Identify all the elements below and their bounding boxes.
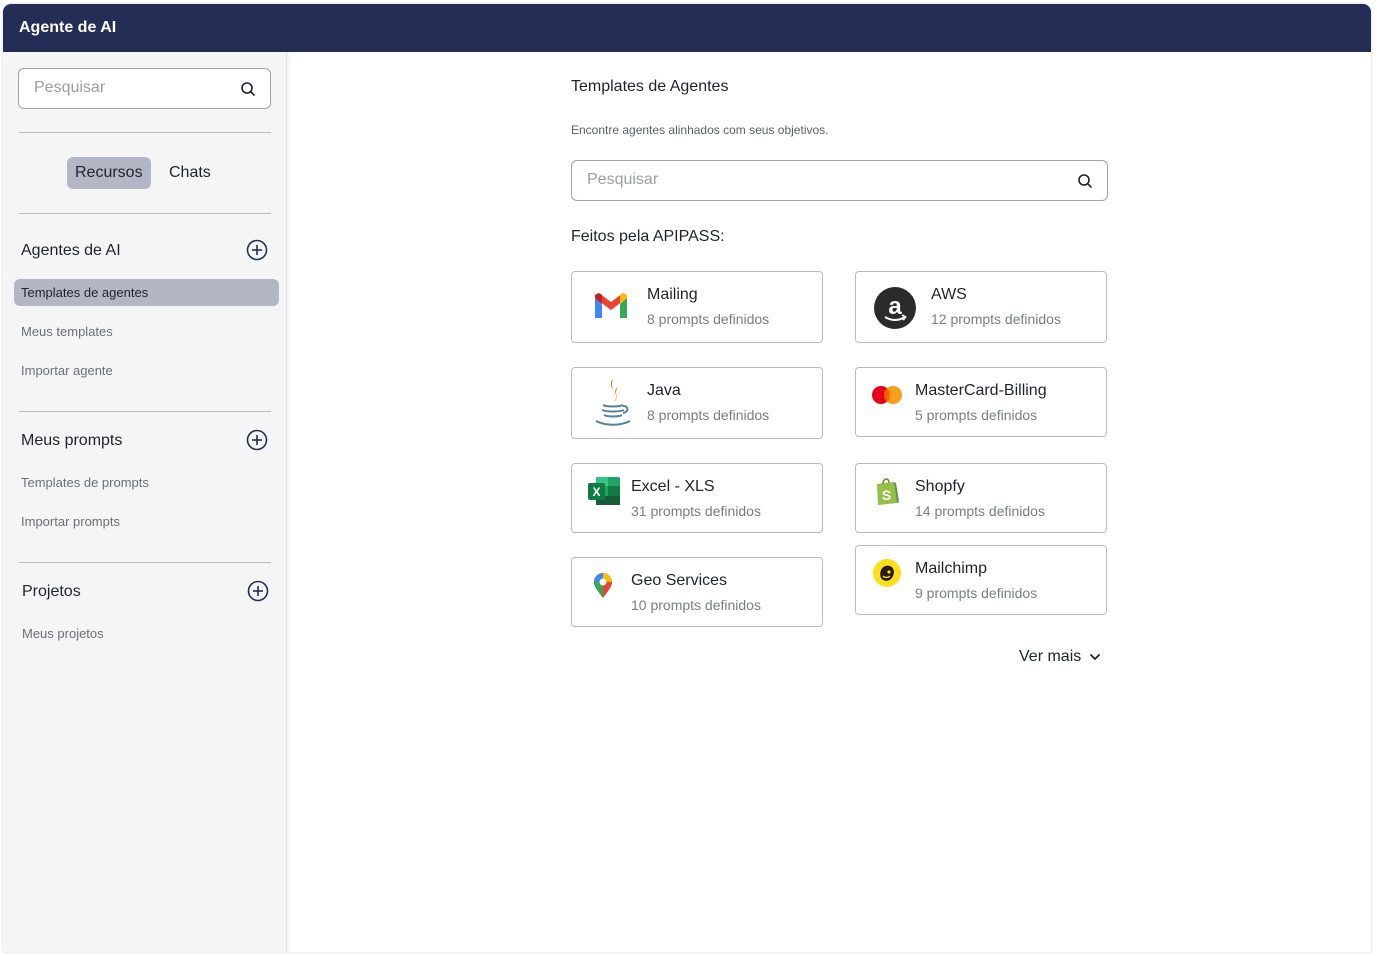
divider xyxy=(19,213,271,214)
card-title: Excel - XLS xyxy=(631,478,715,495)
card-title: Geo Services xyxy=(631,572,728,589)
card-count: 5 prompts definidos xyxy=(915,407,1038,423)
divider xyxy=(19,132,271,133)
template-card-mailing[interactable]: Mailing 8 prompts definidos xyxy=(571,271,823,343)
template-card-mailchimp[interactable]: Mailchimp 9 prompts definidos xyxy=(855,545,1107,615)
amazon-icon: a xyxy=(874,287,916,329)
card-title: Shopfy xyxy=(915,478,965,495)
chevron-down-icon xyxy=(1090,653,1101,660)
svg-text:S: S xyxy=(882,487,891,503)
card-title: Mailchimp xyxy=(915,560,988,577)
add-project-icon[interactable] xyxy=(247,580,269,602)
map-pin-icon xyxy=(594,573,612,598)
mailchimp-icon xyxy=(873,559,901,587)
card-title: Java xyxy=(647,382,681,399)
card-count: 8 prompts definidos xyxy=(647,311,770,327)
tab-recursos[interactable]: Recursos xyxy=(67,157,151,189)
section-label: Feitos pela APIPASS: xyxy=(571,228,725,245)
section-title-agentes: Agentes de AI xyxy=(21,242,121,259)
excel-icon: X xyxy=(588,477,620,505)
template-card-shopify[interactable]: S Shopfy 14 prompts definidos xyxy=(855,463,1107,533)
main-search-input[interactable] xyxy=(587,171,1015,189)
template-card-mastercard[interactable]: MasterCard-Billing 5 prompts definidos xyxy=(855,367,1107,437)
card-count: 9 prompts definidos xyxy=(915,585,1038,601)
search-icon[interactable] xyxy=(1077,173,1093,189)
card-title: Mailing xyxy=(647,286,698,303)
card-count: 31 prompts definidos xyxy=(631,503,761,519)
divider xyxy=(19,411,271,412)
card-count: 10 prompts definidos xyxy=(631,597,761,613)
page-subtitle: Encontre agentes alinhados com seus obje… xyxy=(571,123,829,137)
main-search xyxy=(571,160,1108,201)
ver-mais-label: Ver mais xyxy=(1019,648,1082,665)
template-card-excel[interactable]: X Excel - XLS 31 prompts definidos xyxy=(571,463,823,533)
mastercard-icon xyxy=(872,386,902,404)
sidebar: Recursos Chats Agentes de AI Templates d… xyxy=(3,52,287,952)
template-card-geo-services[interactable]: Geo Services 10 prompts definidos xyxy=(571,557,823,627)
card-title: MasterCard-Billing xyxy=(915,382,1047,399)
card-count: 14 prompts definidos xyxy=(915,503,1045,519)
add-agent-icon[interactable] xyxy=(246,239,268,261)
page-title: Templates de Agentes xyxy=(571,78,729,95)
sidebar-search xyxy=(18,68,271,109)
shopify-icon: S xyxy=(877,478,899,505)
svg-text:X: X xyxy=(592,485,600,499)
sidebar-item-templates-prompts[interactable]: Templates de prompts xyxy=(14,469,279,496)
ver-mais-button[interactable]: Ver mais xyxy=(1019,648,1101,666)
card-title: AWS xyxy=(931,286,967,303)
card-count: 8 prompts definidos xyxy=(647,407,770,423)
app-window: Agente de AI Recursos Chats Agentes de A… xyxy=(3,4,1371,952)
app-title: Agente de AI xyxy=(3,4,1371,52)
svg-text:a: a xyxy=(888,293,902,320)
gmail-icon xyxy=(595,293,627,318)
search-icon[interactable] xyxy=(240,81,256,97)
sidebar-item-meus-templates[interactable]: Meus templates xyxy=(14,318,279,345)
section-title-projetos: Projetos xyxy=(22,583,81,600)
section-title-prompts: Meus prompts xyxy=(21,432,123,449)
divider xyxy=(19,562,271,563)
sidebar-item-importar-prompts[interactable]: Importar prompts xyxy=(14,508,279,535)
sidebar-item-importar-agente[interactable]: Importar agente xyxy=(14,357,279,384)
sidebar-item-meus-projetos[interactable]: Meus projetos xyxy=(15,620,280,647)
java-icon xyxy=(595,379,631,426)
template-card-aws[interactable]: a AWS 12 prompts definidos xyxy=(855,271,1107,343)
sidebar-item-templates-agentes[interactable]: Templates de agentes xyxy=(14,279,279,306)
card-count: 12 prompts definidos xyxy=(931,311,1061,327)
tab-chats[interactable]: Chats xyxy=(161,157,219,189)
template-card-java[interactable]: Java 8 prompts definidos xyxy=(571,367,823,439)
add-prompt-icon[interactable] xyxy=(246,429,268,451)
sidebar-search-input[interactable] xyxy=(34,79,235,97)
